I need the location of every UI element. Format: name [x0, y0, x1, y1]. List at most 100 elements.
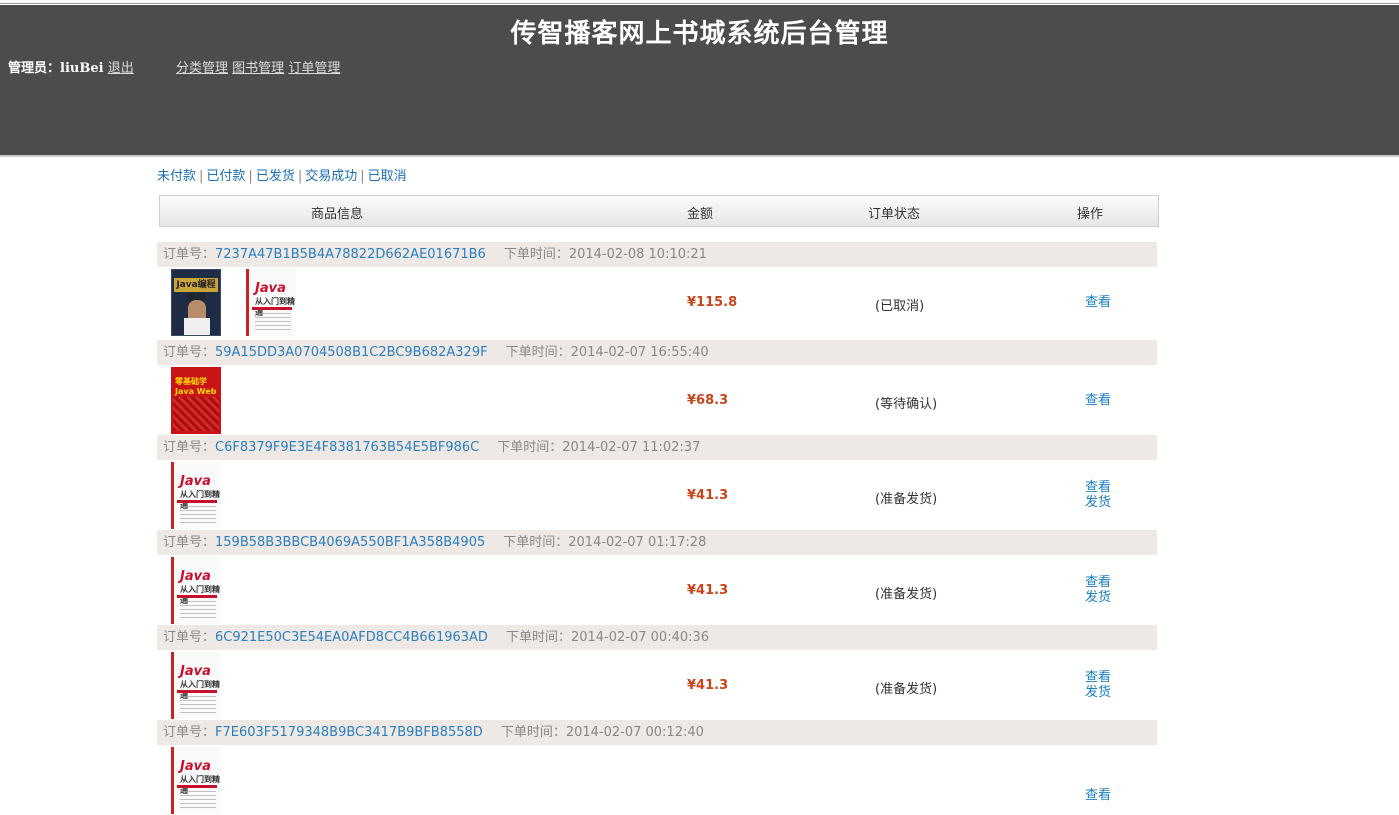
book-cover-title: Java	[180, 569, 211, 584]
separator: |	[199, 169, 204, 184]
header-divider	[0, 155, 1399, 157]
separator: |	[248, 169, 253, 184]
order-actions: 查看	[1085, 788, 1111, 803]
order-actions: 查看 发货	[1085, 575, 1111, 605]
order-actions: 查看 发货	[1085, 480, 1111, 510]
order-row: 订单号：59A15DD3A0704508B1C2BC9B682A329F 下单时间…	[157, 340, 1157, 435]
order-time-label: 下单时间：	[503, 247, 569, 262]
book-cover-title: Java	[180, 664, 211, 679]
order-body: Java从入门到精通查看	[157, 745, 1157, 815]
col-action: 操作	[1077, 207, 1104, 222]
order-amount: ¥41.3	[687, 583, 729, 598]
order-row: 订单号：7237A47B1B5B4A78822D662AE01671B6 下单时间…	[157, 242, 1157, 340]
col-product-info: 商品信息	[311, 207, 364, 222]
filter-paid[interactable]: 已付款	[206, 169, 245, 184]
cover-text-lines	[180, 601, 216, 619]
author-figure	[184, 318, 210, 335]
order-status-filter: 未付款 | 已付款 | 已发货 | 交易成功 | 已取消	[157, 165, 407, 184]
filter-shipped[interactable]: 已发货	[256, 169, 295, 184]
order-status: (等待确认)	[875, 397, 938, 412]
order-id[interactable]: 6C921E50C3E54EA0AFD8CC4B661963AD	[215, 630, 488, 645]
admin-bar: 管理员：liuBei 退出	[8, 57, 134, 76]
order-body: Java从入门到精通 ¥41.3 (准备发货) 查看发货	[157, 555, 1157, 625]
order-status: (准备发货)	[875, 682, 938, 697]
nav-order-management[interactable]: 订单管理	[288, 61, 340, 76]
order-header: 订单号：7237A47B1B5B4A78822D662AE01671B6 下单时间…	[157, 242, 1157, 267]
order-header: 订单号：59A15DD3A0704508B1C2BC9B682A329F 下单时间…	[157, 340, 1157, 365]
order-id-label: 订单号：	[163, 630, 216, 645]
cover-stripe	[252, 307, 292, 310]
filter-unpaid[interactable]: 未付款	[157, 169, 196, 184]
filter-cancelled[interactable]: 已取消	[368, 169, 407, 184]
view-order-link[interactable]: 查看	[1085, 575, 1111, 590]
view-order-link[interactable]: 查看	[1085, 393, 1111, 408]
order-id-label: 订单号：	[163, 725, 216, 740]
nav-book-management[interactable]: 图书管理	[232, 61, 284, 76]
order-id[interactable]: 59A15DD3A0704508B1C2BC9B682A329F	[215, 345, 488, 360]
view-order-link[interactable]: 查看	[1085, 670, 1111, 685]
order-time: 2014-02-08 10:10:21	[568, 247, 707, 262]
view-order-link[interactable]: 查看	[1085, 788, 1111, 803]
nav-category-management[interactable]: 分类管理	[176, 61, 228, 76]
order-time: 2014-02-07 11:02:37	[562, 440, 701, 455]
order-id-label: 订单号：	[163, 345, 216, 360]
book-cover-image[interactable]: Java从入门到精通	[246, 269, 296, 336]
order-time-label: 下单时间：	[497, 440, 563, 455]
order-header: 订单号：F7E603F5179348B9BC3417B9BFB8558D 下单时间…	[157, 720, 1157, 745]
order-id[interactable]: 159B58B3BBCB4069A550BF1A358B4905	[215, 535, 485, 550]
col-amount: 金额	[687, 207, 714, 222]
order-time-label: 下单时间：	[503, 535, 569, 550]
order-status: (准备发货)	[875, 492, 938, 507]
ship-order-link[interactable]: 发货	[1085, 685, 1111, 700]
order-header: 订单号：C6F8379F9E3E4F8381763B54E5BF986C 下单时间…	[157, 435, 1157, 460]
order-id-label: 订单号：	[163, 247, 216, 262]
admin-nav: 分类管理 图书管理 订单管理	[176, 57, 340, 76]
order-table-header: 商品信息 金额 订单状态 操作	[159, 195, 1159, 227]
cover-stripe	[177, 595, 217, 598]
order-amount: ¥115.8	[687, 295, 738, 310]
book-cover-image[interactable]: Java从入门到精通	[171, 462, 221, 529]
order-body: Java从入门到精通 ¥41.3 (准备发货) 查看发货	[157, 460, 1157, 530]
view-order-link[interactable]: 查看	[1085, 480, 1111, 495]
order-time-label: 下单时间：	[505, 630, 571, 645]
admin-label: 管理员：	[8, 61, 61, 76]
order-id[interactable]: 7237A47B1B5B4A78822D662AE01671B6	[215, 247, 486, 262]
order-id[interactable]: C6F8379F9E3E4F8381763B54E5BF986C	[215, 440, 479, 455]
order-id-label: 订单号：	[163, 440, 216, 455]
cover-stripe	[177, 500, 217, 503]
book-cover-image[interactable]: Java编程思想	[171, 269, 221, 336]
order-time-label: 下单时间：	[500, 725, 566, 740]
order-status: (已取消)	[875, 299, 925, 314]
order-actions: 查看 发货	[1085, 670, 1111, 700]
order-id[interactable]: F7E603F5179348B9BC3417B9BFB8558D	[215, 725, 483, 740]
header-bar: 传智播客网上书城系统后台管理 管理员：liuBei 退出 分类管理 图书管理 订…	[0, 5, 1399, 155]
order-time: 2014-02-07 00:40:36	[570, 630, 710, 645]
book-cover-image[interactable]: Java从入门到精通	[171, 557, 221, 624]
cover-stripe	[177, 785, 217, 788]
filter-completed[interactable]: 交易成功	[305, 169, 357, 184]
order-amount: ¥41.3	[687, 678, 729, 693]
top-border	[0, 0, 1399, 4]
ship-order-link[interactable]: 发货	[1085, 590, 1111, 605]
order-status: (准备发货)	[875, 587, 938, 602]
view-order-link[interactable]: 查看	[1085, 295, 1111, 310]
logout-link[interactable]: 退出	[108, 61, 134, 76]
cover-stripe	[177, 690, 217, 693]
book-cover-image[interactable]: Java从入门到精通	[171, 652, 221, 719]
ship-order-link[interactable]: 发货	[1085, 495, 1111, 510]
site-title: 传智播客网上书城系统后台管理	[510, 19, 889, 49]
book-cover-image[interactable]: Java从入门到精通	[171, 747, 221, 814]
book-cover-title: Java	[180, 474, 211, 489]
order-row: 订单号：C6F8379F9E3E4F8381763B54E5BF986C 下单时间…	[157, 435, 1157, 530]
order-amount: ¥41.3	[687, 488, 729, 503]
order-time: 2014-02-07 01:17:28	[568, 535, 707, 550]
separator: |	[297, 169, 303, 184]
book-cover-image[interactable]: 零基础学Java Web	[171, 367, 221, 434]
book-cover-title: Java	[255, 281, 286, 296]
separator: |	[360, 169, 365, 184]
cover-text-lines	[180, 791, 216, 809]
admin-name: liuBei	[60, 61, 104, 76]
order-header: 订单号：6C921E50C3E54EA0AFD8CC4B661963AD 下单时间…	[157, 625, 1157, 650]
order-time: 2014-02-07 00:12:40	[565, 725, 704, 740]
order-row: 订单号：159B58B3BBCB4069A550BF1A358B4905 下单时间…	[157, 530, 1157, 625]
